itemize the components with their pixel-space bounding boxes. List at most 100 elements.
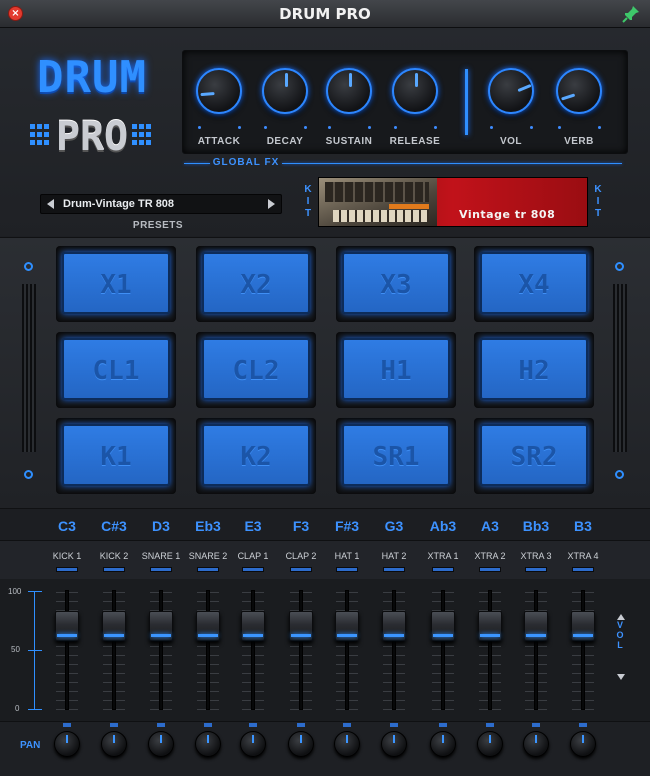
track-select-xtra-4[interactable] xyxy=(572,567,594,572)
track-select-hat-1[interactable] xyxy=(336,567,358,572)
fader-track xyxy=(581,590,585,710)
track-select-xtra-1[interactable] xyxy=(432,567,454,572)
pan-knob-snare-2[interactable] xyxy=(195,731,221,757)
kit-label-left: KIT xyxy=(304,184,312,219)
tr808-image xyxy=(319,178,437,226)
track-select-xtra-3[interactable] xyxy=(525,567,547,572)
pan-mark xyxy=(297,723,305,727)
fader-xtra-3[interactable] xyxy=(524,611,548,641)
track-name-hat-2: HAT 2 xyxy=(381,551,407,561)
fader-clap-2[interactable] xyxy=(289,611,313,641)
pad-x4[interactable]: X4 xyxy=(480,252,588,314)
note-a3: A3 xyxy=(481,518,499,534)
global-fx-label: GLOBAL FX xyxy=(212,157,280,168)
track-select-kick-2[interactable] xyxy=(103,567,125,572)
pin-icon[interactable] xyxy=(622,5,640,23)
fader-kick-1[interactable] xyxy=(55,611,79,641)
note-bb3: Bb3 xyxy=(522,518,550,534)
track-select-xtra-2[interactable] xyxy=(479,567,501,572)
pan-knob-hat-2[interactable] xyxy=(381,731,407,757)
pad-slot: SR2 xyxy=(474,418,594,494)
pad-sr1[interactable]: SR1 xyxy=(342,424,450,486)
track-name-kick-1: KICK 1 xyxy=(52,551,82,561)
track-select-hat-2[interactable] xyxy=(383,567,405,572)
pad-x3[interactable]: X3 xyxy=(342,252,450,314)
track-select-snare-2[interactable] xyxy=(197,567,219,572)
pan-mark xyxy=(579,723,587,727)
pad-slot: K2 xyxy=(196,418,316,494)
pad-sr2[interactable]: SR2 xyxy=(480,424,588,486)
pad-cl2[interactable]: CL2 xyxy=(202,338,310,400)
pan-knob-kick-2[interactable] xyxy=(101,731,127,757)
preset-next-icon[interactable] xyxy=(268,199,275,209)
track-name-kick-2: KICK 2 xyxy=(99,551,129,561)
fader-snare-2[interactable] xyxy=(196,611,220,641)
pad-h1[interactable]: H1 xyxy=(342,338,450,400)
fader-clap-1[interactable] xyxy=(241,611,265,641)
track-select-kick-1[interactable] xyxy=(56,567,78,572)
fader-track xyxy=(299,590,303,710)
note-c3: C3 xyxy=(58,518,76,534)
left-top-ring-icon xyxy=(24,262,33,271)
pad-h2[interactable]: H2 xyxy=(480,338,588,400)
track-select-clap-2[interactable] xyxy=(290,567,312,572)
pan-knob-kick-1[interactable] xyxy=(54,731,80,757)
pad-slot: K1 xyxy=(56,418,176,494)
knob-dot xyxy=(304,126,307,129)
drum-pro-window: × DRUM PRO DRUM PRO GLOBAL FX Drum-Vinta… xyxy=(0,0,650,776)
mixer-section xyxy=(0,579,650,721)
pad-label: X2 xyxy=(240,270,272,300)
fader-snare-1[interactable] xyxy=(149,611,173,641)
fader-track xyxy=(392,590,396,710)
preset-prev-icon[interactable] xyxy=(47,199,54,209)
vol-down-icon[interactable] xyxy=(617,674,625,680)
pan-knob-hat-1[interactable] xyxy=(334,731,360,757)
track-select-snare-1[interactable] xyxy=(150,567,172,572)
track-select-clap-1[interactable] xyxy=(242,567,264,572)
knob-indicator xyxy=(349,73,352,87)
sustain-knob[interactable] xyxy=(326,68,372,114)
release-knob[interactable] xyxy=(392,68,438,114)
kit-display[interactable]: Vintage tr 808 xyxy=(318,177,588,227)
pan-knob-xtra-2[interactable] xyxy=(477,731,503,757)
kit-name: Vintage tr 808 xyxy=(459,208,556,221)
verb-knob[interactable] xyxy=(556,68,602,114)
pan-knob-clap-2[interactable] xyxy=(288,731,314,757)
fader-track xyxy=(112,590,116,710)
fader-track xyxy=(251,590,255,710)
window-title: DRUM PRO xyxy=(279,5,371,23)
attack-knob[interactable] xyxy=(196,68,242,114)
pad-cl1[interactable]: CL1 xyxy=(62,338,170,400)
fader-kick-2[interactable] xyxy=(102,611,126,641)
pad-x1[interactable]: X1 xyxy=(62,252,170,314)
pad-x2[interactable]: X2 xyxy=(202,252,310,314)
pad-k2[interactable]: K2 xyxy=(202,424,310,486)
fader-xtra-1[interactable] xyxy=(431,611,455,641)
fader-hat-1[interactable] xyxy=(335,611,359,641)
pad-k1[interactable]: K1 xyxy=(62,424,170,486)
pan-knob-clap-1[interactable] xyxy=(240,731,266,757)
pan-knob-xtra-3[interactable] xyxy=(523,731,549,757)
fader-track xyxy=(65,590,69,710)
decay-knob[interactable] xyxy=(262,68,308,114)
fader-hat-2[interactable] xyxy=(382,611,406,641)
pad-label: X1 xyxy=(100,270,132,300)
pan-indicator xyxy=(300,735,302,743)
knob-dot xyxy=(394,126,397,129)
pan-knob-xtra-1[interactable] xyxy=(430,731,456,757)
note-f3: F3 xyxy=(292,518,310,534)
pan-knob-snare-1[interactable] xyxy=(148,731,174,757)
scale-50: 50 xyxy=(11,645,20,654)
fader-xtra-2[interactable] xyxy=(478,611,502,641)
pan-knob-xtra-4[interactable] xyxy=(570,731,596,757)
fader-track xyxy=(488,590,492,710)
preset-selector[interactable]: Drum-Vintage TR 808 xyxy=(40,194,282,214)
fader-xtra-4[interactable] xyxy=(571,611,595,641)
preset-name: Drum-Vintage TR 808 xyxy=(63,198,175,210)
scale-tick-mid xyxy=(28,650,42,651)
pan-row xyxy=(0,721,650,776)
vol-knob[interactable] xyxy=(488,68,534,114)
track-name-clap-2: CLAP 2 xyxy=(285,551,317,561)
pad-label: X3 xyxy=(380,270,412,300)
note-g3: G3 xyxy=(384,518,404,534)
